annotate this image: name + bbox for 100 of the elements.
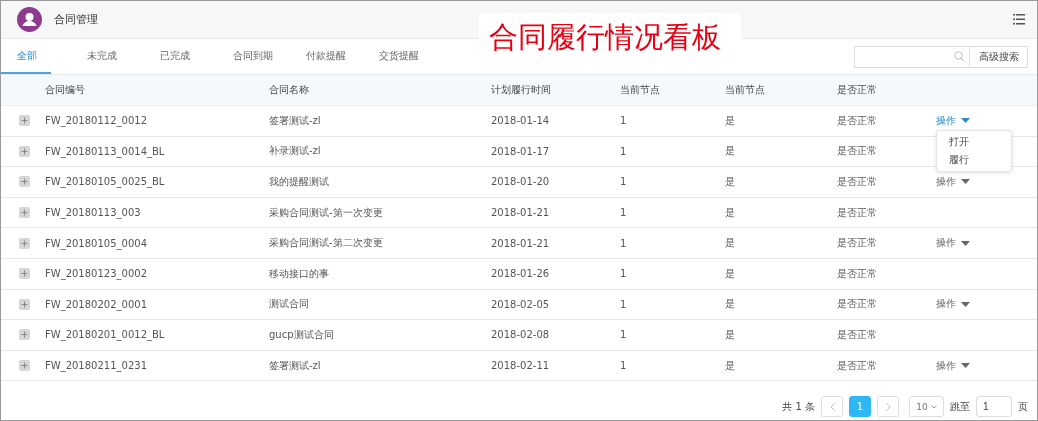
action-dropdown[interactable]: 操作 xyxy=(936,297,970,312)
column-header: 合同名称 xyxy=(269,83,310,97)
table-cell-text: FW_20180201_0012_BL xyxy=(45,329,166,341)
avatar-icon[interactable] xyxy=(17,7,42,32)
action-dropdown[interactable]: 操作 xyxy=(936,113,970,128)
table-cell-text: 是否正常 xyxy=(837,144,878,159)
table-cell-text: 2018-02-05 xyxy=(491,298,551,310)
menu-item[interactable]: 打开 xyxy=(937,133,1011,151)
table-cell-text: FW_20180113_003 xyxy=(45,207,142,219)
table-cell-text: 是 xyxy=(725,175,736,189)
tab[interactable]: 交货提醒 xyxy=(363,39,433,74)
table-cell-text: FW_20180211_0231 xyxy=(45,360,148,372)
table-cell-text: 测试合同 xyxy=(269,297,310,312)
tab[interactable]: 未完成 xyxy=(71,39,141,74)
table-cell-text: 采购合同测试-第一次变更 xyxy=(269,205,384,220)
action-dropdown[interactable]: 操作 xyxy=(936,236,970,251)
menu-item[interactable]: 履行 xyxy=(937,151,1011,169)
table-cell-text: 2018-02-08 xyxy=(491,329,551,341)
expand-icon[interactable] xyxy=(19,237,30,249)
table-cell-text: 是 xyxy=(725,236,736,251)
table-cell-text: 是否正常 xyxy=(837,297,878,312)
table-cell-text: 1 xyxy=(620,298,628,310)
column-header: 当前节点 xyxy=(620,83,661,97)
caret-icon xyxy=(961,301,970,307)
table-cell-text: FW_20180105_0025_BL xyxy=(45,176,166,188)
table-cell-text: FW_20180113_0014_BL xyxy=(45,145,166,157)
column-header: 计划履行时间 xyxy=(491,83,552,97)
advanced-search-button[interactable]: 高级搜索 xyxy=(970,45,1028,68)
table-cell-text: 2018-01-21 xyxy=(491,237,551,249)
table-cell-text: 是否正常 xyxy=(837,266,878,281)
column-header: 是否正常 xyxy=(837,83,878,97)
page-suffix: 页 xyxy=(1018,399,1028,414)
table-cell-text: 1 xyxy=(620,176,628,188)
table-cell-text: 是 xyxy=(725,327,736,342)
table-cell-text: 1 xyxy=(620,237,628,249)
table-cell-text: 采购合同测试-第二次变更 xyxy=(269,236,384,251)
expand-icon[interactable] xyxy=(19,268,30,280)
table-cell-text: 是否正常 xyxy=(837,358,878,373)
table-cell-text: 2018-01-17 xyxy=(491,145,551,157)
table-cell-text: 2018-02-11 xyxy=(491,360,551,372)
caret-icon xyxy=(961,118,970,124)
chevron-down-icon xyxy=(930,404,937,409)
table-cell-text: 签署测试-zl xyxy=(269,113,322,128)
table-cell-text: 是否正常 xyxy=(837,205,878,220)
table-cell-text: gucp测试合同 xyxy=(269,327,335,342)
table-cell-text: 是否正常 xyxy=(837,236,878,251)
total-count: 共 1 条 xyxy=(782,399,815,414)
table-cell-text: 1 xyxy=(620,145,628,157)
table-cell-text: 是否正常 xyxy=(837,327,878,342)
table-cell-text: 1 xyxy=(620,115,628,127)
table-cell-text: FW_20180105_0004 xyxy=(45,237,148,249)
action-dropdown[interactable]: 操作 xyxy=(936,175,970,189)
table-cell-text: 是 xyxy=(725,297,736,312)
jump-label: 跳至 xyxy=(950,399,970,414)
table-cell-text: 是 xyxy=(725,205,736,220)
tab[interactable]: 已完成 xyxy=(144,39,214,74)
page-title: 合同管理 xyxy=(54,12,99,27)
table-cell-text: 是否正常 xyxy=(837,175,878,189)
table-cell-text: FW_20180202_0001 xyxy=(45,298,148,310)
caret-icon xyxy=(961,179,970,185)
table-cell-text: FW_20180123_0002 xyxy=(45,268,148,280)
table-cell-text: 1 xyxy=(620,329,628,341)
table-cell-text: 2018-01-14 xyxy=(491,115,551,127)
table-cell-text: 1 xyxy=(620,360,628,372)
chevron-left-icon xyxy=(829,402,835,411)
search-icon xyxy=(954,51,965,62)
table-cell-text: 是 xyxy=(725,113,736,128)
expand-icon[interactable] xyxy=(19,207,30,219)
column-header: 当前节点 xyxy=(725,83,766,97)
table-cell-text: 2018-01-20 xyxy=(491,176,551,188)
table-cell-text: 签署测试-zl xyxy=(269,358,322,373)
table-cell-text: 是否正常 xyxy=(837,113,878,128)
expand-icon[interactable] xyxy=(19,145,30,157)
table-cell-text: 补录测试-zl xyxy=(269,144,322,159)
table-cell-text: 是 xyxy=(725,144,736,159)
table-cell-text: 是 xyxy=(725,266,736,281)
table-cell-text: 2018-01-21 xyxy=(491,207,551,219)
table-cell-text: FW_20180112_0012 xyxy=(45,115,148,127)
chevron-right-icon xyxy=(885,402,891,411)
table-cell-text: 移动接口的事 xyxy=(269,266,330,281)
table-cell-text: 是 xyxy=(725,358,736,373)
action-dropdown[interactable]: 操作 xyxy=(936,358,970,373)
jump-input[interactable]: 1 xyxy=(976,396,1012,417)
table-cell-text: 2018-01-26 xyxy=(491,268,551,280)
tab[interactable]: 付款提醒 xyxy=(290,39,360,74)
menu-icon[interactable] xyxy=(1013,14,1025,25)
table-cell-text: 我的提醒测试 xyxy=(269,175,330,189)
table-cell-text: 1 xyxy=(620,207,628,219)
expand-icon[interactable] xyxy=(19,298,30,310)
column-header: 合同编号 xyxy=(45,83,86,97)
expand-icon[interactable] xyxy=(19,360,30,372)
expand-icon[interactable] xyxy=(19,176,30,188)
table-cell-text: 1 xyxy=(620,268,628,280)
caret-icon xyxy=(961,240,970,246)
caret-icon xyxy=(961,363,970,369)
search-field[interactable] xyxy=(854,45,970,68)
expand-icon[interactable] xyxy=(19,115,30,127)
expand-icon[interactable] xyxy=(19,329,30,341)
page-size-select[interactable]: 10 xyxy=(909,396,944,417)
tab[interactable]: 合同到期 xyxy=(217,39,287,74)
